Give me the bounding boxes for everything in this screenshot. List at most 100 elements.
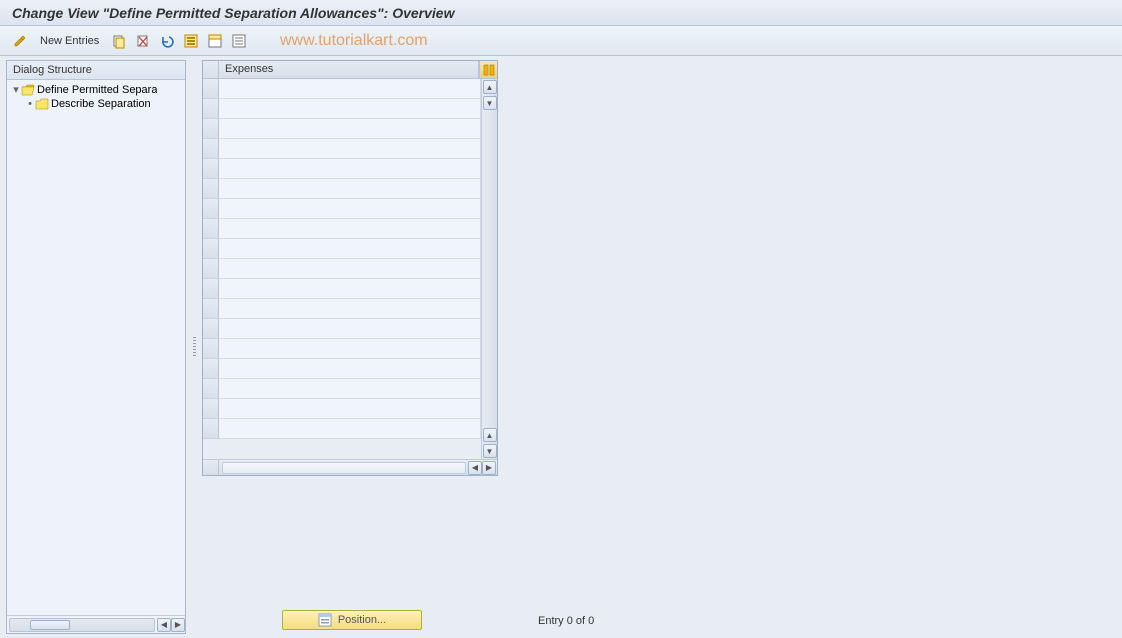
table-row[interactable] xyxy=(203,139,481,159)
position-button[interactable]: Position... xyxy=(282,610,422,630)
table-row[interactable] xyxy=(203,179,481,199)
column-header-expenses[interactable]: Expenses xyxy=(219,61,479,78)
hscroll-track[interactable] xyxy=(9,618,155,632)
table-row[interactable] xyxy=(203,219,481,239)
row-header[interactable] xyxy=(203,359,219,379)
row-header[interactable] xyxy=(203,239,219,259)
cell[interactable] xyxy=(219,359,481,379)
table-row[interactable] xyxy=(203,399,481,419)
row-header[interactable] xyxy=(203,199,219,219)
grid-corner xyxy=(203,61,219,78)
page-title: Change View "Define Permitted Separation… xyxy=(12,5,454,21)
select-all-icon[interactable] xyxy=(181,31,201,51)
grid-vscrollbar[interactable]: ▲ ▼ ▲ ▼ xyxy=(481,79,497,459)
row-header[interactable] xyxy=(203,179,219,199)
table-row[interactable] xyxy=(203,299,481,319)
scroll-down-icon[interactable]: ▼ xyxy=(483,96,497,110)
cell[interactable] xyxy=(219,319,481,339)
row-header[interactable] xyxy=(203,219,219,239)
scroll-up-icon[interactable]: ▲ xyxy=(483,80,497,94)
table-row[interactable] xyxy=(203,99,481,119)
dialog-hscrollbar[interactable]: ◀ ▶ xyxy=(7,615,185,633)
grid-hscroll-right-icon[interactable]: ▶ xyxy=(482,461,496,475)
table-row[interactable] xyxy=(203,119,481,139)
cell[interactable] xyxy=(219,119,481,139)
cell[interactable] xyxy=(219,419,481,439)
splitter-grip-icon xyxy=(193,337,196,357)
table-row[interactable] xyxy=(203,279,481,299)
row-header[interactable] xyxy=(203,339,219,359)
cell[interactable] xyxy=(219,339,481,359)
cell[interactable] xyxy=(219,379,481,399)
grid-bottom-bar: ◀ ▶ xyxy=(203,459,497,475)
scroll-up2-icon[interactable]: ▲ xyxy=(483,428,497,442)
grid-header-row: Expenses xyxy=(203,61,497,79)
cell[interactable] xyxy=(219,179,481,199)
scroll-down2-icon[interactable]: ▼ xyxy=(483,444,497,458)
row-header[interactable] xyxy=(203,159,219,179)
grid-hscrollbar[interactable]: ◀ ▶ xyxy=(219,461,497,475)
table-row[interactable] xyxy=(203,339,481,359)
folder-open-icon xyxy=(21,84,35,96)
hscroll-left-icon[interactable]: ◀ xyxy=(157,618,171,632)
toggle-edit-icon[interactable] xyxy=(10,31,30,51)
cell[interactable] xyxy=(219,399,481,419)
row-header[interactable] xyxy=(203,99,219,119)
table-row[interactable] xyxy=(203,239,481,259)
row-header[interactable] xyxy=(203,259,219,279)
table-row[interactable] xyxy=(203,259,481,279)
tree-node-define-permitted[interactable]: ▾ Define Permitted Separa xyxy=(7,82,185,97)
title-bar: Change View "Define Permitted Separation… xyxy=(0,0,1122,26)
new-entries-button[interactable]: New Entries xyxy=(34,33,105,49)
deselect-all-icon[interactable] xyxy=(229,31,249,51)
row-header[interactable] xyxy=(203,379,219,399)
copy-icon[interactable] xyxy=(109,31,129,51)
table-row[interactable] xyxy=(203,319,481,339)
table-row[interactable] xyxy=(203,159,481,179)
table-row[interactable] xyxy=(203,359,481,379)
row-header[interactable] xyxy=(203,319,219,339)
tree-node-describe-separation[interactable]: • Describe Separation xyxy=(7,97,185,111)
table-row[interactable] xyxy=(203,199,481,219)
content-area: Dialog Structure ▾ Define Permitted Sepa… xyxy=(0,56,1122,638)
splitter-handle[interactable] xyxy=(192,60,196,634)
configure-columns-button[interactable] xyxy=(479,61,497,78)
grid-bottom-corner xyxy=(203,460,219,475)
dialog-structure-tree: ▾ Define Permitted Separa • Describe Sep… xyxy=(7,80,185,615)
row-header[interactable] xyxy=(203,299,219,319)
cell[interactable] xyxy=(219,279,481,299)
grid-hscroll-track[interactable] xyxy=(222,462,466,474)
row-header[interactable] xyxy=(203,79,219,99)
cell[interactable] xyxy=(219,159,481,179)
row-header[interactable] xyxy=(203,279,219,299)
row-header[interactable] xyxy=(203,419,219,439)
hscroll-thumb[interactable] xyxy=(30,620,70,630)
delete-icon[interactable] xyxy=(133,31,153,51)
dialog-structure-panel: Dialog Structure ▾ Define Permitted Sepa… xyxy=(6,60,186,634)
position-button-label: Position... xyxy=(338,614,386,626)
position-icon xyxy=(318,613,332,627)
undo-icon[interactable] xyxy=(157,31,177,51)
cell[interactable] xyxy=(219,79,481,99)
entry-status-text: Entry 0 of 0 xyxy=(538,615,594,627)
cell[interactable] xyxy=(219,99,481,119)
select-block-icon[interactable] xyxy=(205,31,225,51)
cell[interactable] xyxy=(219,239,481,259)
row-header[interactable] xyxy=(203,139,219,159)
row-header[interactable] xyxy=(203,399,219,419)
tree-expander-icon[interactable]: ▾ xyxy=(11,83,21,96)
cell[interactable] xyxy=(219,199,481,219)
table-row[interactable] xyxy=(203,79,481,99)
tree-node-label: Describe Separation xyxy=(51,98,151,110)
cell[interactable] xyxy=(219,219,481,239)
cell[interactable] xyxy=(219,299,481,319)
cell[interactable] xyxy=(219,139,481,159)
cell[interactable] xyxy=(219,259,481,279)
main-area: Expenses ▲ ▼ ▲ ▼ ◀ xyxy=(202,60,1116,634)
row-header[interactable] xyxy=(203,119,219,139)
table-row[interactable] xyxy=(203,379,481,399)
hscroll-right-icon[interactable]: ▶ xyxy=(171,618,185,632)
table-row[interactable] xyxy=(203,419,481,439)
tree-node-label: Define Permitted Separa xyxy=(37,84,157,96)
grid-hscroll-left-icon[interactable]: ◀ xyxy=(468,461,482,475)
